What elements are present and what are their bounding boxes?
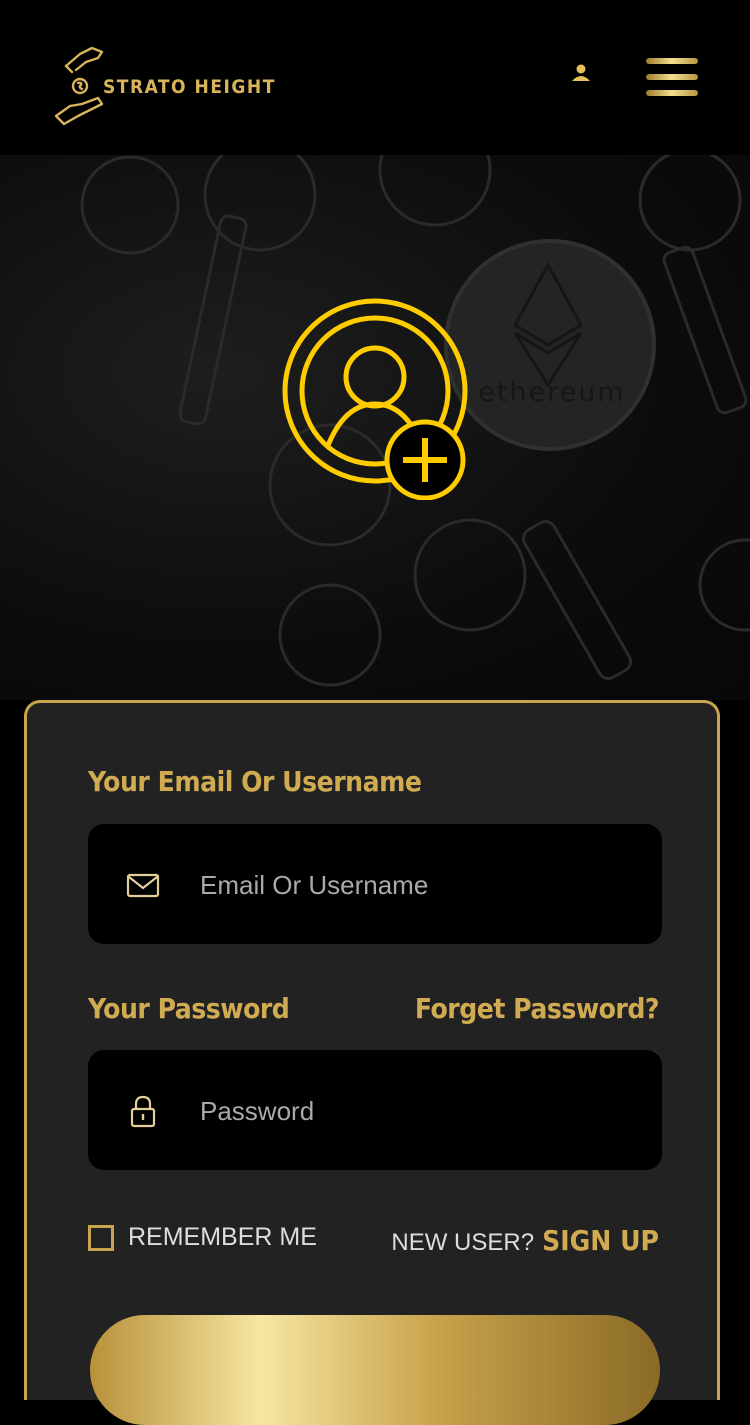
password-field[interactable] (88, 1050, 662, 1170)
app-header: STRATO HEIGHT (0, 0, 750, 155)
user-account-button[interactable] (568, 60, 594, 86)
envelope-icon (126, 873, 160, 898)
hamburger-menu-icon[interactable] (642, 54, 702, 102)
brand-name: STRATO HEIGHT (103, 76, 276, 98)
hands-coin-icon[interactable] (52, 44, 108, 126)
new-user-prompt: NEW USER? SIGN UP (391, 1224, 659, 1257)
login-card: Your Email Or Username Your Password For… (24, 700, 720, 1425)
remember-checkbox[interactable] (88, 1224, 114, 1251)
login-button[interactable] (90, 1315, 660, 1425)
ethereum-coin-text: ethereum (478, 377, 625, 408)
email-input[interactable] (198, 854, 642, 916)
forgot-password-link[interactable]: Forget Password? (415, 992, 660, 1025)
add-user-icon (282, 298, 468, 500)
remember-me[interactable]: REMEMBER ME (88, 1223, 317, 1252)
email-label: Your Email Or Username (88, 765, 422, 798)
user-icon (572, 64, 590, 81)
new-user-text: NEW USER? (391, 1229, 535, 1256)
password-input[interactable] (198, 1080, 642, 1142)
email-field[interactable] (88, 824, 662, 944)
hero-banner: ethereum (0, 155, 750, 700)
password-label: Your Password (88, 992, 290, 1025)
remember-label: REMEMBER ME (128, 1223, 317, 1251)
lock-icon (130, 1095, 156, 1128)
signup-link[interactable]: SIGN UP (542, 1224, 659, 1257)
